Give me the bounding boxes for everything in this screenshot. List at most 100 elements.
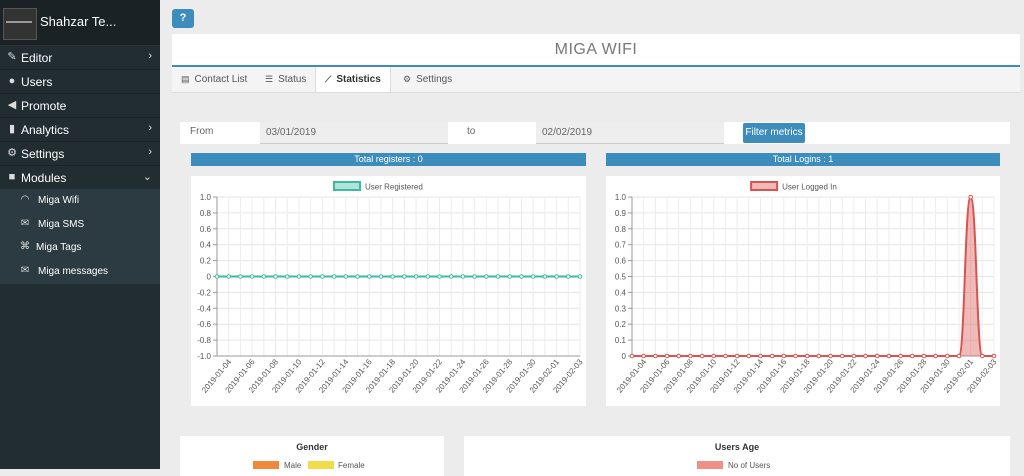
y-tick-label: 0.6 [200, 225, 212, 234]
data-point [769, 353, 775, 359]
data-point [688, 353, 693, 359]
data-point [413, 274, 419, 279]
gender-chart-title: Gender [296, 442, 328, 452]
data-point [472, 274, 477, 279]
y-tick-label: 0.8 [200, 209, 212, 218]
logins-chart: User Logged In 1.0 0.9 0.8 0.7 0.6 0.5 0.4 0.3 0.… [615, 181, 999, 395]
tab-contact-list[interactable]: ▤ Contact List [181, 67, 247, 92]
chevron-right-icon: › [148, 122, 152, 134]
sidebar: Shahzar Te... ✎ Editor › ● Users ◀ Promo… [0, 0, 160, 469]
sidebar-subitem-miga-wifi[interactable]: ◠ Miga Wifi [0, 189, 160, 212]
data-point [484, 274, 489, 279]
data-point [448, 274, 454, 279]
sidebar-subitem-miga-messages[interactable]: ✉ Miga messages [0, 260, 160, 283]
y-tick-label: 0 [207, 273, 212, 282]
data-point [425, 274, 431, 279]
data-point [495, 274, 501, 279]
data-point [944, 353, 950, 359]
data-point [320, 274, 325, 279]
sidebar-item-label: Editor [21, 51, 53, 65]
data-point [437, 274, 442, 279]
data-point [565, 274, 571, 279]
sidebar-item-settings[interactable]: ⚙ Settings › [0, 142, 160, 166]
legend-label: User Logged In [782, 183, 837, 192]
y-tick-label: -0.2 [197, 288, 211, 297]
data-point [711, 353, 717, 359]
data-point [991, 353, 997, 359]
sidebar-item-editor[interactable]: ✎ Editor › [0, 46, 160, 70]
data-point [933, 353, 938, 359]
tab-statistics[interactable]: ⟋ Statistics [315, 67, 391, 92]
bullhorn-icon: ◀ [7, 99, 17, 111]
sidebar-subitem-miga-tags[interactable]: ⌘ Miga Tags [0, 236, 160, 259]
data-point [804, 353, 810, 359]
y-tick-label: 0.8 [615, 225, 627, 234]
users-age-chart-title: Users Age [714, 442, 760, 452]
y-tick-label: 0.7 [615, 241, 627, 250]
y-tick-label: 0.2 [200, 257, 212, 266]
brand-header[interactable]: Shahzar Te... [0, 0, 160, 46]
legend-swatch-male [253, 461, 279, 469]
data-point [366, 274, 372, 279]
y-tick-label: 0.2 [615, 320, 627, 329]
data-point [261, 274, 267, 279]
gender-chart-panel: Gender Male Female [180, 436, 444, 476]
data-point [331, 274, 337, 279]
y-tick-label: 1.0 [200, 193, 212, 202]
data-point [554, 274, 559, 279]
filter-metrics-button[interactable]: Filter metrics [743, 123, 805, 143]
modules-submenu: ◠ Miga Wifi ✉ Miga SMS ⌘ Miga Tags ✉ Mig… [0, 189, 160, 284]
tags-icon: ⌘ [20, 241, 30, 252]
data-point [653, 353, 658, 359]
tab-settings[interactable]: ⚙ Settings [403, 67, 452, 92]
sidebar-item-label: Users [21, 75, 53, 89]
data-point [460, 274, 466, 279]
sidebar-item-label: Settings [21, 147, 65, 161]
data-point [577, 274, 583, 279]
sidebar-item-modules[interactable]: ■ Modules ⌄ [0, 166, 160, 190]
registrations-chart-panel: User Registered 1.0 0.8 0.6 0.4 0.2 0 -0.2 -0.4 -… [191, 176, 586, 406]
y-tick-label: 0.6 [615, 257, 627, 266]
to-date-input[interactable]: 02/02/2019 [536, 122, 724, 144]
cubes-icon: ■ [8, 171, 16, 183]
line-chart-icon: ⟋ [325, 74, 332, 84]
sidebar-subitem-label: Miga Wifi [38, 195, 80, 206]
page-title: MIGA WIFI [554, 41, 638, 58]
data-point [390, 274, 395, 279]
sidebar-item-label: Modules [21, 171, 67, 185]
y-tick-label: 0.1 [615, 336, 627, 345]
legend-swatch-female [308, 461, 334, 469]
data-point [530, 274, 536, 279]
data-point [629, 353, 635, 359]
sidebar-item-analytics[interactable]: ▮ Analytics › [0, 118, 160, 142]
data-point [980, 353, 985, 359]
tab-label: Contact List [194, 74, 248, 85]
y-tick-label: 1.0 [615, 193, 627, 202]
sidebar-item-users[interactable]: ● Users [0, 70, 160, 94]
envelope-icon: ✉ [20, 265, 30, 276]
brand-thumbnail [3, 8, 37, 40]
from-date-input[interactable]: 03/01/2019 [260, 122, 448, 144]
help-button[interactable]: ? [172, 9, 194, 28]
y-tick-label: 0.4 [200, 241, 212, 250]
data-point [238, 274, 243, 279]
data-point [308, 274, 313, 279]
bars-icon: ☰ [265, 74, 274, 84]
data-point [839, 353, 845, 359]
y-tick-label: -0.8 [197, 336, 211, 345]
data-point [734, 353, 740, 359]
data-point [851, 353, 857, 359]
pencil-icon: ✎ [7, 51, 17, 63]
wifi-icon: ◠ [20, 194, 30, 205]
users-icon: ● [8, 75, 16, 87]
tab-status[interactable]: ☰ Status [265, 67, 306, 92]
total-registers-header: Total registers : 0 [191, 153, 586, 166]
data-point [956, 353, 962, 359]
sidebar-subitem-miga-sms[interactable]: ✉ Miga SMS [0, 213, 160, 236]
data-point [816, 353, 822, 359]
sidebar-item-promote[interactable]: ◀ Promote [0, 94, 160, 118]
to-label: to [467, 126, 476, 137]
y-tick-label: 0 [622, 352, 627, 361]
y-tick-label: 0.3 [615, 304, 627, 313]
data-point [378, 274, 384, 279]
